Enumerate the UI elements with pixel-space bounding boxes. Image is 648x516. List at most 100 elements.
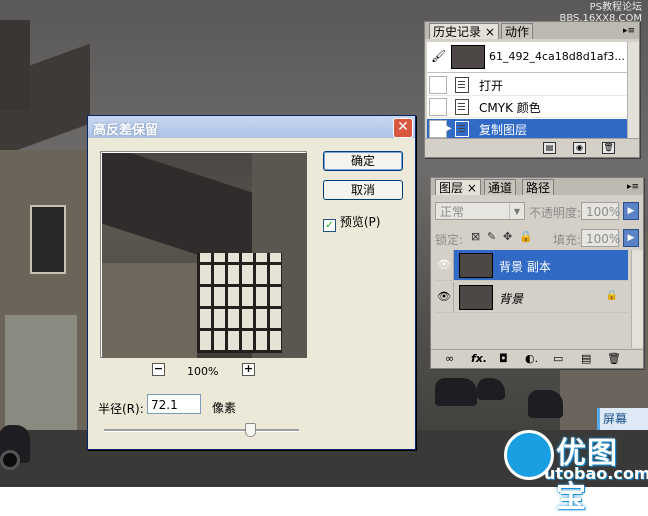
close-button[interactable]: ✕ — [393, 118, 413, 138]
radius-slider[interactable] — [104, 423, 299, 437]
history-panel: 历史记录 × 动作 ▸≡ 🖌 61_492_4ca18d8d1af3... 打开… — [424, 21, 640, 158]
history-item-label: 复制图层 — [479, 123, 528, 137]
close-icon: ✕ — [397, 119, 409, 135]
lock-options: ⊠ ✎ ✥ 🔒 — [471, 230, 541, 246]
zoom-controls: − 100% + — [148, 363, 268, 379]
snapshot-camera-icon[interactable]: ◉ — [573, 142, 586, 154]
radius-label: 半径(R): — [98, 402, 144, 416]
history-state-icon — [455, 121, 469, 137]
layer-background-copy[interactable]: 👁 背景 副本 — [435, 250, 628, 281]
folder-icon[interactable]: ▭ — [553, 352, 563, 365]
lock-move-icon[interactable]: ✥ — [503, 230, 512, 243]
street-sign: 屏幕 — [597, 408, 648, 430]
radius-input[interactable]: 72.1 — [147, 394, 201, 414]
logo-text-en: utobao.com — [544, 464, 648, 483]
panel-menu-icon[interactable]: ▸≡ — [623, 26, 635, 36]
sign-text: 屏幕 — [603, 412, 628, 426]
chevron-down-icon: ▼ — [509, 203, 524, 219]
layers-scrollbar[interactable] — [631, 250, 643, 348]
preview-timber-frame — [197, 253, 282, 353]
eye-icon[interactable]: 👁 — [435, 282, 454, 312]
link-icon[interactable]: ∞ — [445, 352, 454, 365]
history-source-box[interactable] — [429, 98, 447, 116]
preview-image[interactable] — [102, 153, 307, 358]
slider-thumb[interactable] — [245, 423, 257, 437]
history-snapshot[interactable]: 🖌 61_492_4ca18d8d1af3... — [427, 42, 627, 73]
ok-button[interactable]: 确定 — [323, 151, 403, 171]
tab-layers[interactable]: 图层 × — [435, 179, 481, 195]
history-state-icon — [455, 99, 469, 115]
history-list: 🖌 61_492_4ca18d8d1af3... 打开 CMYK 颜色 ▶ 复制… — [427, 42, 627, 140]
car-wheel — [0, 450, 20, 470]
history-item-label: CMYK 颜色 — [479, 101, 541, 115]
garage-door — [5, 315, 77, 433]
checkmark-icon: ✓ — [323, 219, 336, 232]
trash-icon[interactable]: 🗑 — [602, 142, 615, 154]
opacity-slider-button[interactable]: ▶ — [623, 202, 639, 220]
radius-unit: 像素 — [212, 401, 237, 415]
zoom-out-button[interactable]: − — [152, 363, 165, 376]
layers-panel: 图层 × 通道 路径 ▸≡ 正常 ▼ 不透明度: 100% ▶ 锁定: ⊠ ✎ … — [430, 177, 644, 369]
tab-channels[interactable]: 通道 — [484, 179, 517, 195]
preview-checkbox[interactable]: ✓ 预览(P) — [323, 213, 380, 232]
lock-all-icon[interactable]: 🔒 — [519, 230, 533, 243]
history-item-label: 打开 — [479, 79, 504, 93]
snapshot-thumbnail — [451, 45, 485, 69]
history-state-icon — [455, 77, 469, 93]
dialog-title-bar[interactable]: 高反差保留 ✕ — [88, 116, 415, 138]
filter-preview[interactable] — [100, 151, 307, 358]
preview-stone-wall — [102, 263, 197, 358]
eye-icon[interactable]: 👁 — [435, 250, 454, 280]
history-scrollbar[interactable] — [627, 42, 639, 138]
high-pass-dialog: 高反差保留 ✕ − 100% + 确定 取消 ✓ 预览(P) 半径(R): 72… — [87, 115, 416, 450]
zoom-in-button[interactable]: + — [242, 363, 255, 376]
lock-transparent-icon[interactable]: ⊠ — [471, 230, 480, 243]
history-item-duplicate-layer[interactable]: ▶ 复制图层 — [427, 119, 627, 140]
layer-thumbnail — [459, 285, 493, 310]
car-white — [528, 390, 563, 418]
history-item-open[interactable]: 打开 — [427, 75, 627, 96]
adjustment-icon[interactable]: ◐. — [525, 352, 538, 365]
fill-label: 填充: — [553, 233, 582, 247]
history-footer: ▤ ◉ 🗑 — [425, 138, 639, 157]
history-source-box[interactable] — [429, 76, 447, 94]
fill-input[interactable]: 100% — [581, 229, 620, 247]
brush-icon: 🖌 — [431, 49, 447, 63]
new-document-icon[interactable]: ▤ — [543, 142, 556, 154]
layers-tabs: 图层 × 通道 路径 ▸≡ — [431, 178, 643, 195]
lock-icon: 🔒 — [605, 290, 618, 301]
trash-icon[interactable]: 🗑 — [607, 352, 621, 365]
lock-label: 锁定: — [435, 233, 464, 247]
preview-label: 预览(P) — [339, 215, 381, 229]
opacity-input[interactable]: 100% — [581, 202, 620, 220]
fill-slider-button[interactable]: ▶ — [623, 229, 639, 247]
fx-icon[interactable]: fx. — [471, 352, 487, 365]
new-layer-icon[interactable]: ▤ — [581, 352, 591, 365]
mask-icon[interactable]: ◘ — [499, 352, 508, 365]
history-item-cmyk[interactable]: CMYK 颜色 — [427, 97, 627, 118]
opacity-label: 不透明度: — [529, 206, 582, 220]
car-red — [435, 378, 477, 406]
zoom-level: 100% — [187, 365, 219, 378]
minus-icon: − — [153, 362, 164, 375]
chimney — [0, 20, 30, 110]
lock-brush-icon[interactable]: ✎ — [487, 230, 496, 243]
snapshot-name: 61_492_4ca18d8d1af3... — [489, 50, 625, 63]
car-far — [477, 378, 505, 400]
history-tabs: 历史记录 × 动作 ▸≡ — [425, 22, 639, 39]
tab-actions[interactable]: 动作 — [501, 23, 534, 39]
layers-footer: ∞ fx. ◘ ◐. ▭ ▤ 🗑 — [431, 349, 643, 368]
blend-mode-select[interactable]: 正常 ▼ — [435, 202, 525, 220]
blend-mode-value: 正常 — [440, 205, 465, 219]
utobao-logo: 优图宝 utobao.com — [500, 428, 648, 515]
history-current-arrow-icon: ▶ — [444, 123, 452, 134]
window-left — [30, 205, 66, 274]
tab-history[interactable]: 历史记录 × — [429, 23, 499, 39]
plus-icon: + — [243, 362, 254, 375]
panel-menu-icon[interactable]: ▸≡ — [627, 182, 639, 192]
layer-name: 背景 — [499, 292, 524, 306]
tab-paths[interactable]: 路径 — [522, 179, 555, 195]
layer-background[interactable]: 👁 背景 🔒 — [435, 282, 628, 313]
cancel-button[interactable]: 取消 — [323, 180, 403, 200]
layer-thumbnail — [459, 253, 493, 278]
